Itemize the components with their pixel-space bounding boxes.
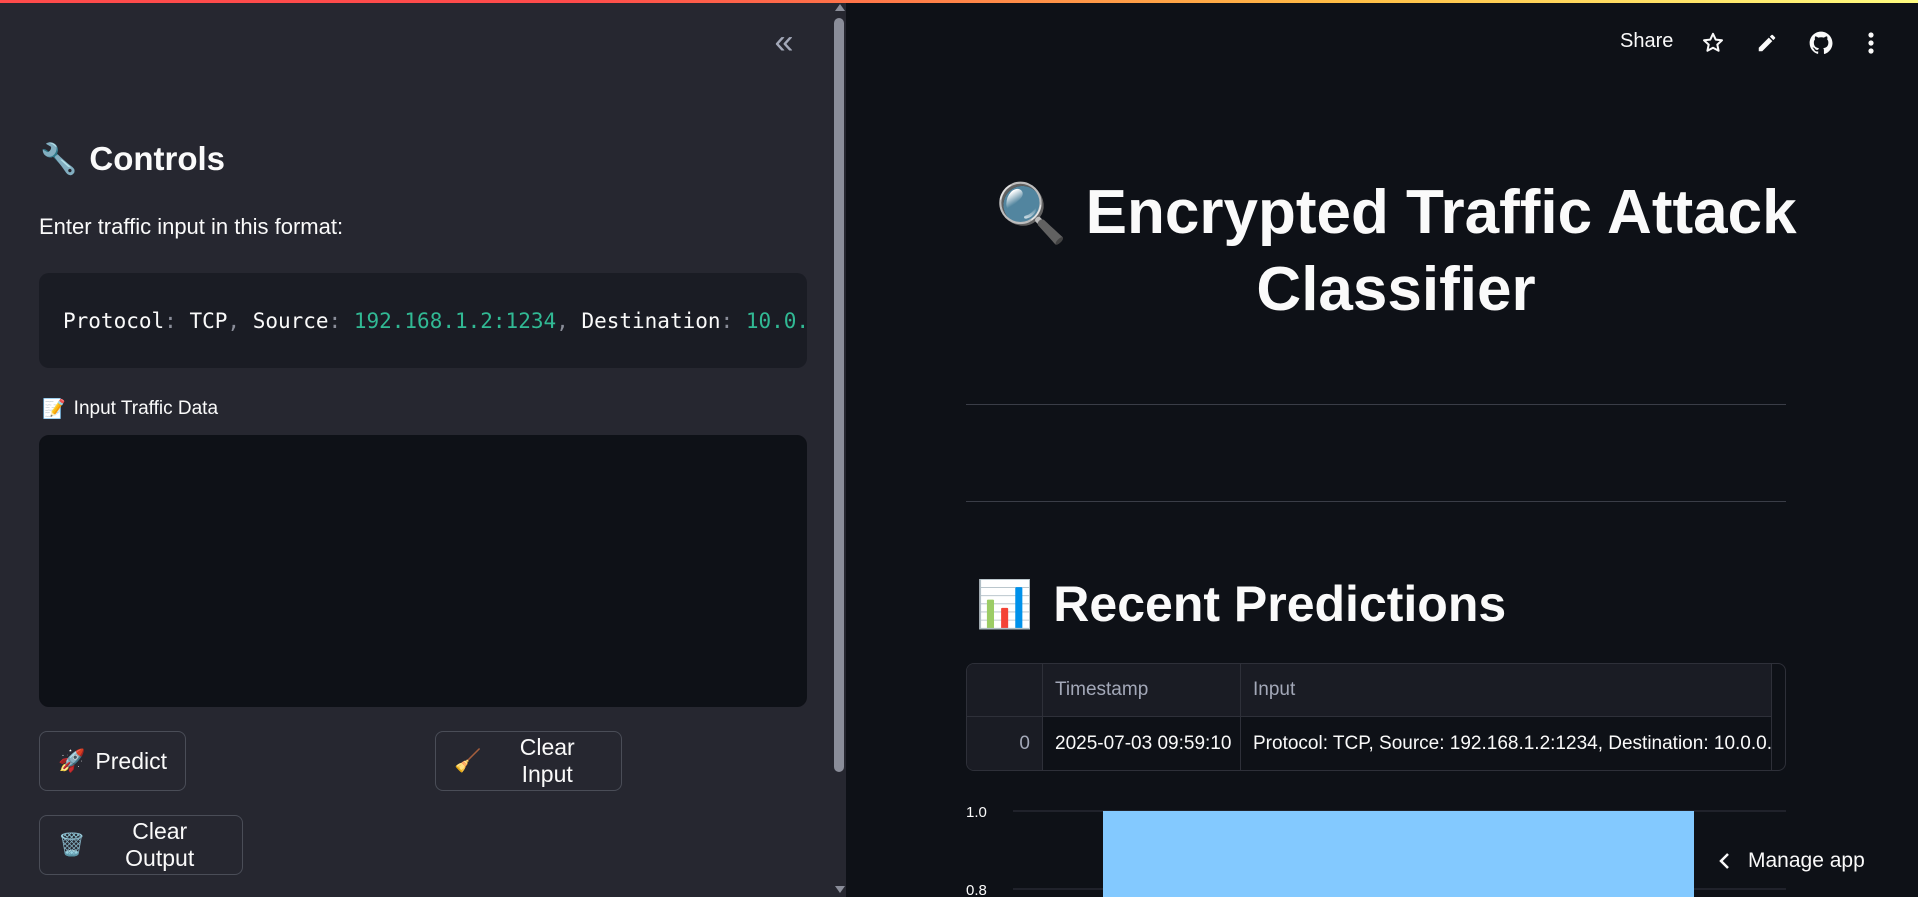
y-tick-label: 0.8 (966, 882, 987, 897)
sidebar-scrollbar[interactable] (833, 0, 846, 897)
input-cell[interactable]: Protocol: TCP, Source: 192.168.1.2:1234,… (1241, 717, 1772, 770)
format-code-block: Protocol: TCP, Source: 192.168.1.2:1234,… (39, 273, 807, 368)
magnifier-icon: 🔍 (995, 181, 1068, 246)
code-token: Destination (581, 308, 721, 333)
table-header-row: Timestamp Input (967, 664, 1772, 717)
manage-app-label: Manage app (1748, 849, 1865, 872)
code-token: TCP (189, 308, 228, 333)
wastebasket-icon: 🗑️ (58, 832, 86, 857)
title-line-1: Encrypted Traffic Attack (1085, 178, 1797, 247)
sidebar-heading: 🔧 Controls (40, 140, 225, 178)
code-token: , (556, 308, 582, 333)
column-header-input[interactable]: Input (1241, 664, 1772, 716)
code-token: Source (252, 308, 329, 333)
code-token: : (720, 308, 746, 333)
collapse-sidebar-button[interactable]: « (764, 25, 804, 62)
pencil-icon[interactable] (1752, 28, 1782, 58)
share-button[interactable]: Share (1620, 30, 1673, 53)
y-tick-label: 1.0 (966, 804, 987, 821)
clear-input-button[interactable]: 🧹 Clear Input (435, 731, 622, 791)
code-token: 10.0. (745, 308, 807, 333)
code-token: : (328, 308, 354, 333)
page-title: 🔍 Encrypted Traffic Attack Classifier (966, 175, 1826, 328)
predictions-table[interactable]: Timestamp Input 0 2025-07-03 09:59:10 Pr… (966, 663, 1786, 771)
manage-app-button[interactable]: Manage app (1718, 840, 1865, 882)
row-index: 0 (967, 717, 1043, 770)
star-icon[interactable] (1698, 28, 1728, 58)
predictions-chart: 1.0 0.8 (966, 804, 1786, 897)
rocket-icon: 🚀 (58, 748, 86, 773)
code-token: Protocol (63, 308, 165, 333)
code-token: , (227, 308, 253, 333)
timestamp-cell[interactable]: 2025-07-03 09:59:10 (1043, 717, 1241, 770)
input-label-text: Input Traffic Data (73, 398, 219, 419)
top-accent-line (0, 0, 1918, 3)
sidebar: « 🔧 Controls Enter traffic input in this… (0, 0, 846, 897)
traffic-input-textarea[interactable] (39, 435, 807, 707)
chart-bar (1103, 811, 1694, 897)
clear-input-label: Clear Input (519, 734, 575, 787)
bar-chart-icon: 📊 (976, 577, 1034, 630)
more-vertical-icon[interactable] (1856, 28, 1886, 58)
table-row[interactable]: 0 2025-07-03 09:59:10 Protocol: TCP, Sou… (967, 717, 1772, 770)
scroll-up-arrow-icon[interactable] (835, 4, 845, 11)
section-heading-text: Recent Predictions (1053, 576, 1507, 632)
column-header-index[interactable] (967, 664, 1043, 716)
title-line-2: Classifier (1256, 255, 1536, 324)
predict-button[interactable]: 🚀 Predict (39, 731, 186, 791)
divider (966, 404, 1786, 405)
column-header-timestamp[interactable]: Timestamp (1043, 664, 1241, 716)
code-token: : (164, 308, 190, 333)
scroll-down-arrow-icon[interactable] (835, 886, 845, 893)
clear-output-button[interactable]: 🗑️ Clear Output (39, 815, 243, 875)
clear-output-label: Clear Output (125, 818, 195, 871)
github-icon[interactable] (1806, 28, 1836, 58)
input-label: 📝 Input Traffic Data (42, 397, 218, 421)
broom-icon: 🧹 (454, 748, 482, 773)
chevron-left-icon (1719, 853, 1729, 869)
wrench-icon: 🔧 (40, 142, 78, 176)
section-heading: 📊 Recent Predictions (976, 575, 1506, 633)
instruction-text: Enter traffic input in this format: (39, 214, 344, 239)
scrollbar-thumb[interactable] (834, 18, 844, 772)
memo-icon: 📝 (42, 399, 66, 420)
code-token: 192.168.1.2:1234 (353, 308, 557, 333)
predict-label: Predict (95, 747, 167, 774)
divider (966, 501, 1786, 502)
sidebar-heading-text: Controls (89, 140, 226, 177)
